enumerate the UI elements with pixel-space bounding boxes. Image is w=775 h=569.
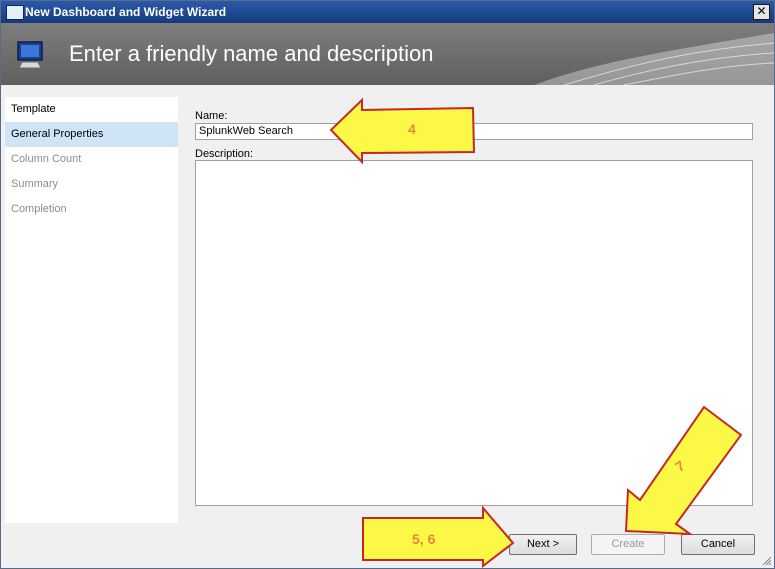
resize-grip-icon[interactable] bbox=[761, 555, 771, 565]
title-bar: New Dashboard and Widget Wizard ✕ bbox=[1, 1, 774, 23]
sidebar-item-completion: Completion bbox=[11, 203, 67, 215]
window-title: New Dashboard and Widget Wizard bbox=[25, 5, 227, 19]
sidebar-item-summary: Summary bbox=[11, 178, 59, 190]
banner-decoration bbox=[534, 33, 774, 85]
sidebar-item-template[interactable]: Template bbox=[5, 97, 178, 122]
annotation-label-next: 5, 6 bbox=[412, 531, 436, 547]
description-label: Description: bbox=[195, 148, 254, 160]
wizard-steps-sidebar: Template General Properties Column Count… bbox=[5, 97, 178, 523]
create-button: Create bbox=[591, 534, 665, 555]
sidebar-item-column-count: Column Count bbox=[11, 153, 82, 165]
sidebar-item-general-properties[interactable]: General Properties bbox=[5, 122, 178, 147]
name-field[interactable] bbox=[195, 123, 753, 140]
name-label: Name: bbox=[195, 110, 228, 122]
description-field[interactable] bbox=[195, 160, 753, 506]
close-button[interactable]: ✕ bbox=[753, 4, 770, 20]
wizard-window: New Dashboard and Widget Wizard ✕ Enter … bbox=[0, 0, 775, 569]
cancel-button[interactable]: Cancel bbox=[681, 534, 755, 555]
wizard-banner: Enter a friendly name and description bbox=[1, 23, 774, 85]
annotation-label-name: 4 bbox=[408, 121, 416, 137]
monitor-icon bbox=[17, 41, 43, 69]
next-button[interactable]: Next > bbox=[509, 534, 577, 555]
page-title: Enter a friendly name and description bbox=[69, 41, 434, 66]
window-app-icon bbox=[6, 5, 24, 20]
